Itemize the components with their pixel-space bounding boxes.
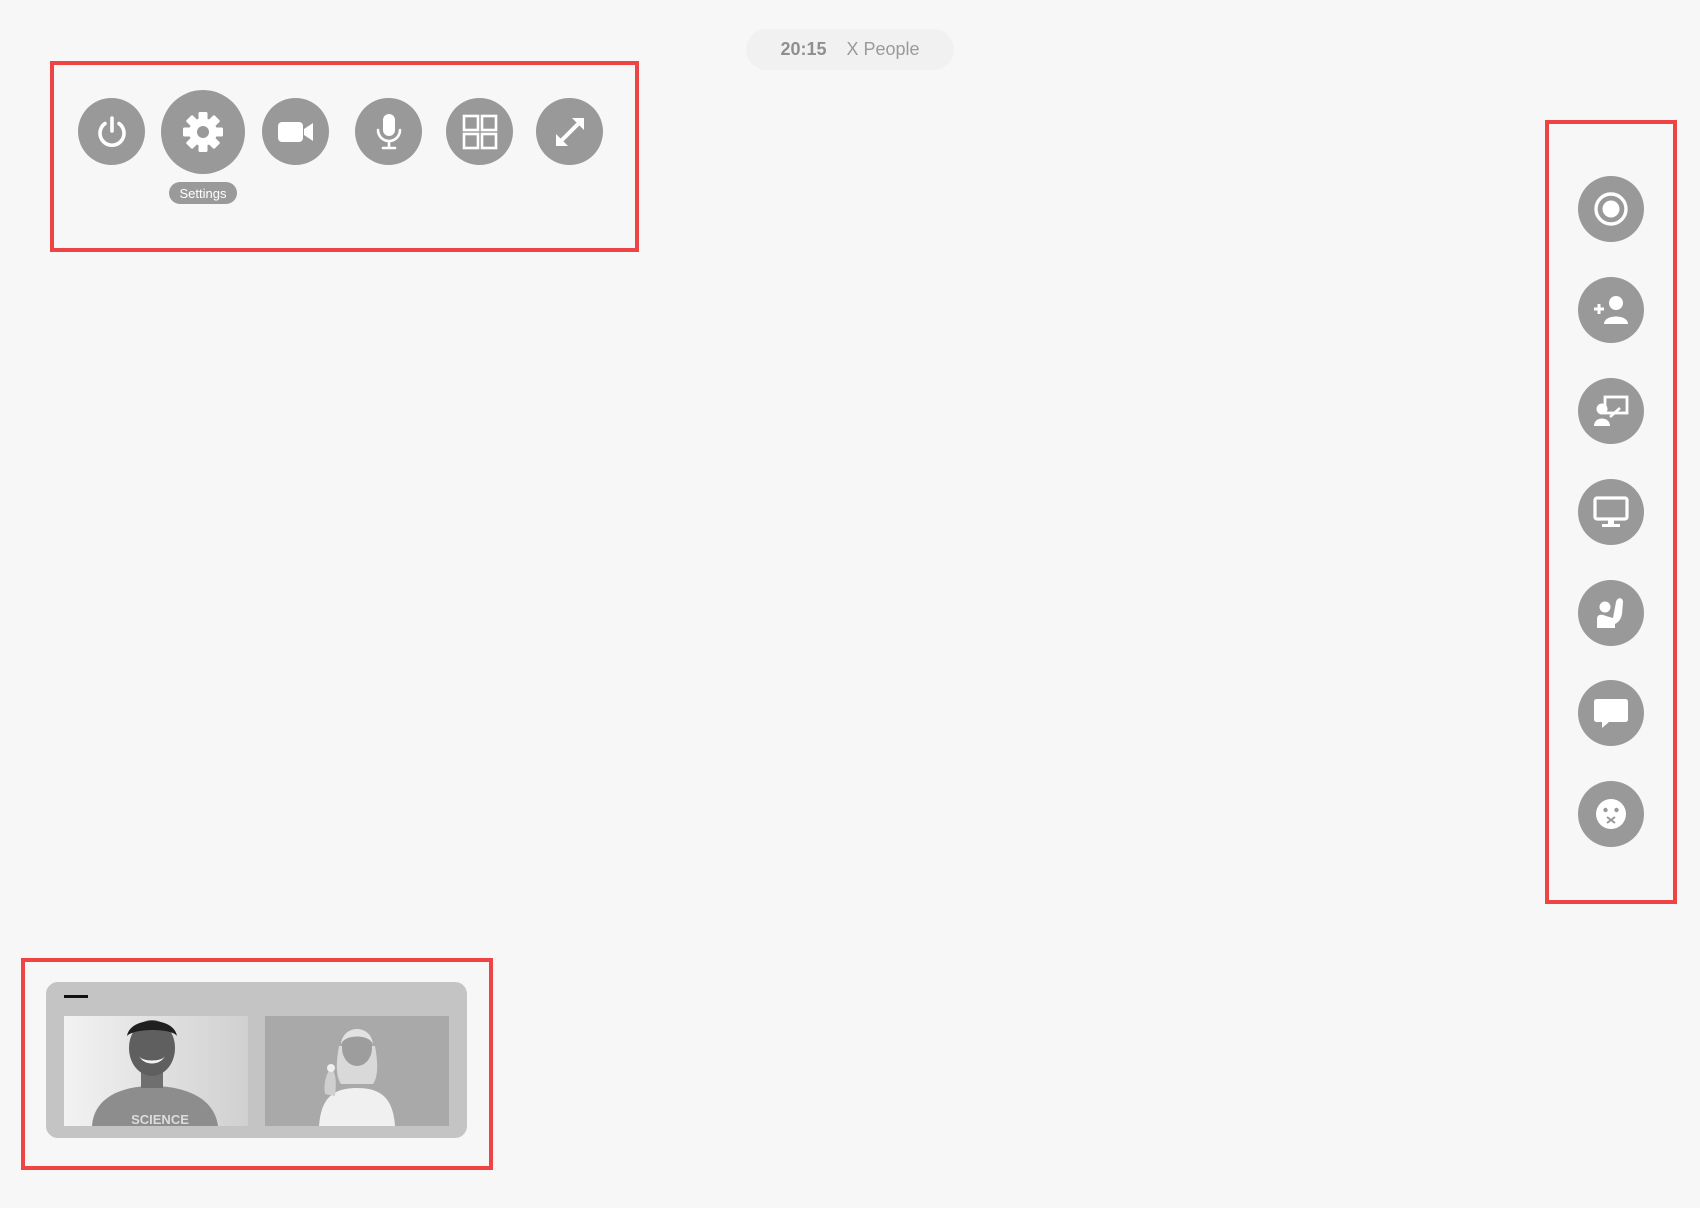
expand-icon: [555, 117, 584, 146]
fullscreen-button[interactable]: [536, 98, 603, 165]
chat-button[interactable]: [1578, 680, 1644, 746]
add-user-icon: [1594, 296, 1628, 324]
layout-grid-button[interactable]: [446, 98, 513, 165]
camera-button[interactable]: [262, 98, 329, 165]
participant-tile-2[interactable]: [265, 1016, 449, 1126]
screen-share-button[interactable]: [1578, 479, 1644, 545]
settings-tooltip: Settings: [169, 182, 237, 204]
minimize-panel-button[interactable]: [64, 995, 88, 998]
add-user-button[interactable]: [1578, 277, 1644, 343]
presenter-icon: [1594, 395, 1629, 426]
record-icon: [1594, 192, 1628, 226]
participant-tile-1[interactable]: SCIENCE: [64, 1016, 248, 1126]
participants-panel: SCIENCE: [46, 982, 467, 1138]
participant-2-video: [265, 1016, 449, 1126]
reactions-button[interactable]: [1578, 781, 1644, 847]
video-camera-icon: [277, 121, 313, 142]
power-icon: [97, 115, 126, 147]
call-time: 20:15: [780, 39, 827, 59]
raise-hand-button[interactable]: [1578, 580, 1644, 646]
raise-hand-icon: [1597, 598, 1623, 628]
emoji-icon: [1596, 799, 1626, 829]
participant-1-video: SCIENCE: [64, 1016, 248, 1126]
record-button[interactable]: [1578, 176, 1644, 242]
call-status-bar: 20:15 X People: [746, 29, 954, 70]
presenter-button[interactable]: [1578, 378, 1644, 444]
monitor-icon: [1593, 496, 1629, 527]
microphone-button[interactable]: [355, 98, 422, 165]
power-button[interactable]: [78, 98, 145, 165]
gear-icon: [183, 112, 223, 152]
microphone-icon: [376, 113, 401, 149]
chat-icon: [1594, 699, 1628, 728]
grid-icon: [462, 114, 497, 149]
settings-button[interactable]: [161, 90, 245, 174]
people-count: X People: [846, 39, 920, 59]
shirt-text: SCIENCE: [131, 1112, 189, 1126]
